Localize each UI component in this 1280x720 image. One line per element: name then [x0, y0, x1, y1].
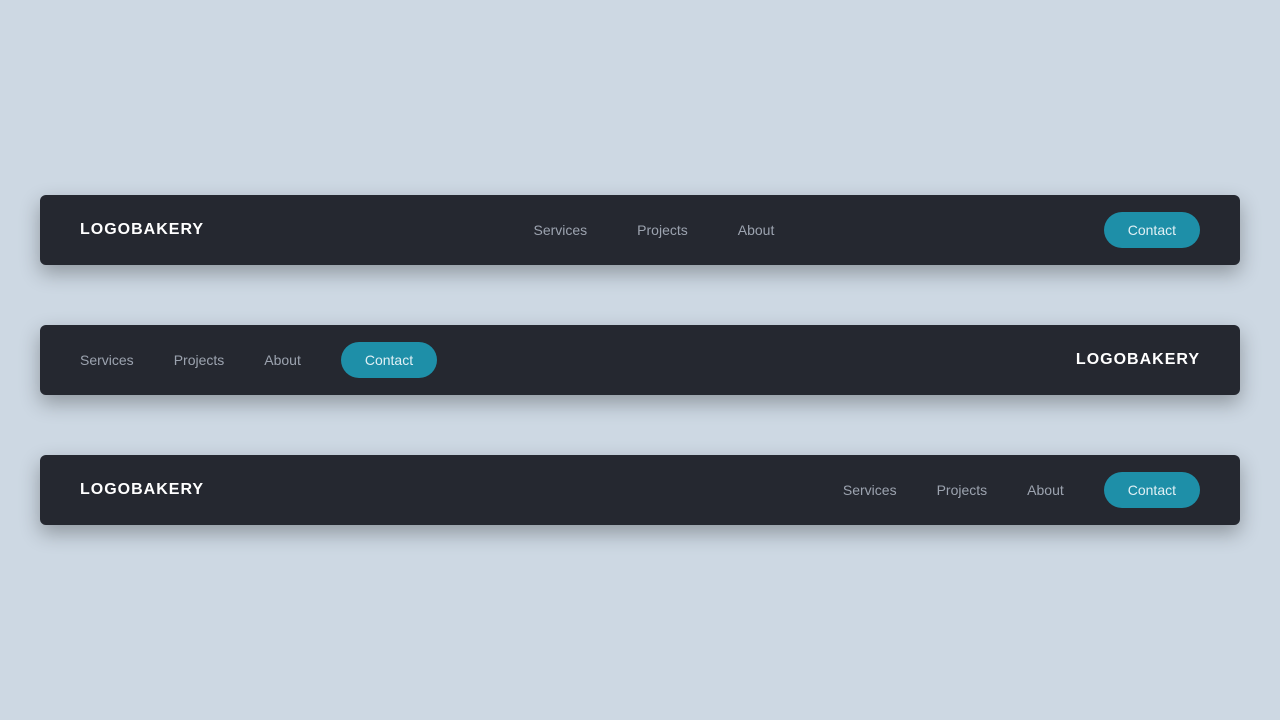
logo-2: LOGOBAKERY: [1076, 351, 1200, 369]
nav-projects-3[interactable]: Projects: [937, 482, 988, 498]
nav-left-2: Services Projects About Contact: [80, 342, 437, 378]
nav-projects-1[interactable]: Projects: [637, 222, 688, 238]
navbar-1: LOGOBAKERY Services Projects About Conta…: [40, 195, 1240, 265]
nav-services-1[interactable]: Services: [533, 222, 587, 238]
logo-3: LOGOBAKERY: [80, 481, 204, 499]
nav-about-1[interactable]: About: [738, 222, 775, 238]
contact-button-3[interactable]: Contact: [1104, 472, 1200, 508]
navbar-3: LOGOBAKERY Services Projects About Conta…: [40, 455, 1240, 525]
navbar-2: Services Projects About Contact LOGOBAKE…: [40, 325, 1240, 395]
contact-button-2[interactable]: Contact: [341, 342, 437, 378]
logo-1: LOGOBAKERY: [80, 221, 204, 239]
nav-services-3[interactable]: Services: [843, 482, 897, 498]
nav-right-3: Services Projects About Contact: [843, 472, 1200, 508]
nav-center-1: Services Projects About: [533, 222, 774, 238]
nav-projects-2[interactable]: Projects: [174, 352, 225, 368]
contact-button-1[interactable]: Contact: [1104, 212, 1200, 248]
nav-services-2[interactable]: Services: [80, 352, 134, 368]
nav-about-2[interactable]: About: [264, 352, 301, 368]
nav-about-3[interactable]: About: [1027, 482, 1064, 498]
